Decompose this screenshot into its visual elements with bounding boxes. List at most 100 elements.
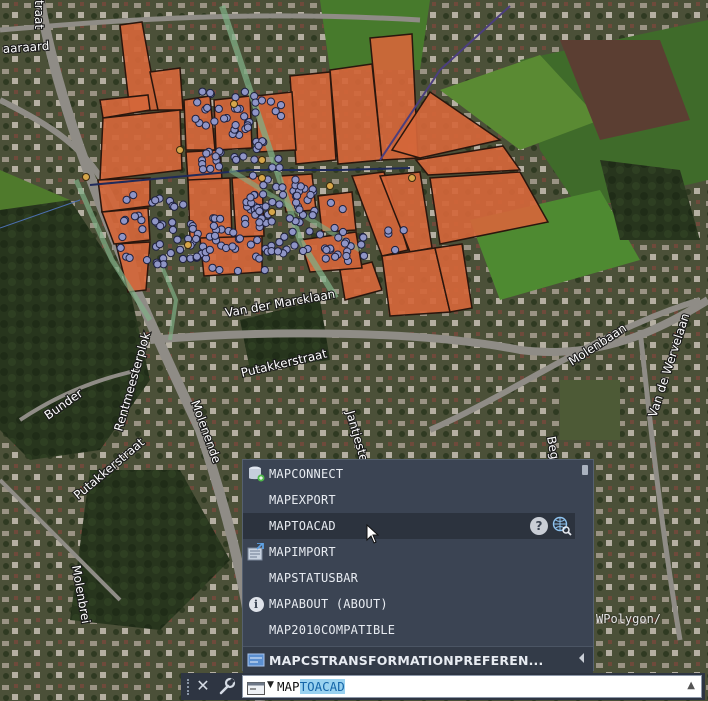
point-feature[interactable] — [296, 182, 305, 191]
point-feature[interactable] — [178, 254, 188, 264]
autocomplete-item-map2010compatible[interactable]: MAP2010COMPATIBLE — [243, 617, 575, 643]
point-feature[interactable] — [384, 226, 393, 235]
point-feature[interactable] — [315, 230, 325, 239]
point-feature[interactable] — [151, 196, 160, 205]
point-feature[interactable] — [330, 223, 339, 233]
autocomplete-system-variable-header[interactable]: MAPCSTRANSFORMATIONPREFEREN... — [243, 646, 593, 673]
point-feature[interactable] — [208, 263, 217, 272]
point-feature[interactable] — [338, 227, 348, 237]
point-feature[interactable] — [241, 219, 250, 228]
point-feature[interactable] — [168, 218, 177, 227]
command-autocomplete-list[interactable]: MAPCONNECT MAPEXPORT MAPTOACAD ? MAPIMPO… — [242, 459, 594, 673]
point-feature[interactable] — [331, 252, 340, 261]
autocomplete-item-mapabout[interactable]: i MAPABOUT (ABOUT) — [243, 591, 575, 617]
valve-point-feature[interactable] — [230, 100, 238, 108]
autocomplete-item-mapimport[interactable]: MAPIMPORT — [243, 539, 575, 565]
point-feature[interactable] — [271, 107, 280, 116]
point-feature[interactable] — [278, 190, 288, 199]
point-feature[interactable] — [168, 225, 178, 234]
point-feature[interactable] — [214, 162, 224, 171]
point-feature[interactable] — [116, 243, 125, 252]
point-feature[interactable] — [259, 190, 268, 199]
valve-point-feature[interactable] — [176, 146, 184, 154]
point-feature[interactable] — [176, 245, 185, 254]
valve-point-feature[interactable] — [326, 182, 334, 190]
point-feature[interactable] — [206, 88, 215, 98]
point-feature[interactable] — [340, 239, 349, 248]
point-feature[interactable] — [228, 242, 237, 251]
prompt-dropdown-icon[interactable]: ▼ — [267, 680, 274, 690]
point-feature[interactable] — [359, 251, 369, 260]
point-feature[interactable] — [153, 260, 162, 269]
point-feature[interactable] — [210, 117, 219, 126]
autocomplete-item-mapexport[interactable]: MAPEXPORT — [243, 487, 575, 513]
close-icon[interactable]: ✕ — [193, 676, 213, 696]
point-feature[interactable] — [326, 198, 335, 207]
point-feature[interactable] — [255, 218, 264, 227]
point-feature[interactable] — [322, 245, 331, 254]
point-feature[interactable] — [257, 96, 266, 105]
autocomplete-item-mapstatusbar[interactable]: MAPSTATUSBAR — [243, 565, 575, 591]
point-feature[interactable] — [288, 227, 297, 236]
point-feature[interactable] — [250, 155, 259, 164]
point-feature[interactable] — [216, 214, 225, 223]
point-feature[interactable] — [260, 266, 269, 275]
valve-point-feature[interactable] — [184, 241, 192, 249]
autocomplete-item-maptoacad[interactable]: MAPTOACAD ? — [243, 513, 575, 539]
point-feature[interactable] — [205, 245, 214, 254]
point-feature[interactable] — [276, 101, 286, 110]
point-feature[interactable] — [192, 252, 201, 261]
point-feature[interactable] — [306, 190, 315, 200]
point-feature[interactable] — [137, 216, 146, 225]
point-feature[interactable] — [214, 104, 223, 114]
point-feature[interactable] — [206, 164, 215, 173]
point-feature[interactable] — [254, 141, 263, 150]
valve-point-feature[interactable] — [408, 174, 416, 182]
point-feature[interactable] — [292, 191, 302, 200]
point-feature[interactable] — [357, 240, 366, 249]
point-feature[interactable] — [308, 211, 317, 220]
valve-point-feature[interactable] — [268, 208, 276, 216]
point-feature[interactable] — [267, 217, 276, 226]
point-feature[interactable] — [278, 183, 287, 192]
point-feature[interactable] — [179, 200, 188, 209]
point-feature[interactable] — [232, 155, 241, 164]
point-feature[interactable] — [229, 228, 238, 237]
point-feature[interactable] — [295, 205, 304, 214]
point-feature[interactable] — [255, 207, 264, 216]
point-feature[interactable] — [209, 221, 218, 230]
expand-arrow-icon[interactable] — [579, 653, 584, 663]
autocomplete-scrollbar[interactable] — [580, 462, 591, 644]
point-feature[interactable] — [188, 224, 197, 233]
point-feature[interactable] — [122, 195, 131, 204]
point-feature[interactable] — [342, 251, 351, 261]
point-feature[interactable] — [155, 240, 164, 249]
point-feature[interactable] — [203, 103, 212, 113]
point-feature[interactable] — [210, 231, 220, 240]
point-feature[interactable] — [246, 193, 255, 202]
command-input[interactable]: ▼ MAPTOACAD ▲ — [242, 675, 702, 698]
point-feature[interactable] — [156, 222, 165, 231]
point-feature[interactable] — [125, 253, 134, 262]
point-feature[interactable] — [268, 163, 277, 172]
point-feature[interactable] — [191, 114, 200, 123]
point-feature[interactable] — [359, 233, 368, 242]
point-feature[interactable] — [292, 198, 301, 207]
valve-point-feature[interactable] — [258, 174, 266, 182]
point-feature[interactable] — [198, 165, 208, 174]
point-feature[interactable] — [198, 87, 207, 96]
point-feature[interactable] — [273, 247, 282, 256]
point-feature[interactable] — [268, 198, 277, 207]
point-feature[interactable] — [280, 232, 289, 241]
point-feature[interactable] — [138, 225, 147, 234]
point-feature[interactable] — [275, 200, 284, 209]
point-feature[interactable] — [202, 149, 211, 158]
point-feature[interactable] — [253, 236, 262, 245]
valve-point-feature[interactable] — [258, 156, 266, 164]
point-feature[interactable] — [211, 152, 220, 161]
history-dropdown-icon[interactable]: ▲ — [687, 680, 695, 691]
point-feature[interactable] — [166, 249, 175, 258]
point-feature[interactable] — [120, 216, 129, 225]
point-feature[interactable] — [274, 154, 283, 163]
point-feature[interactable] — [261, 202, 270, 211]
